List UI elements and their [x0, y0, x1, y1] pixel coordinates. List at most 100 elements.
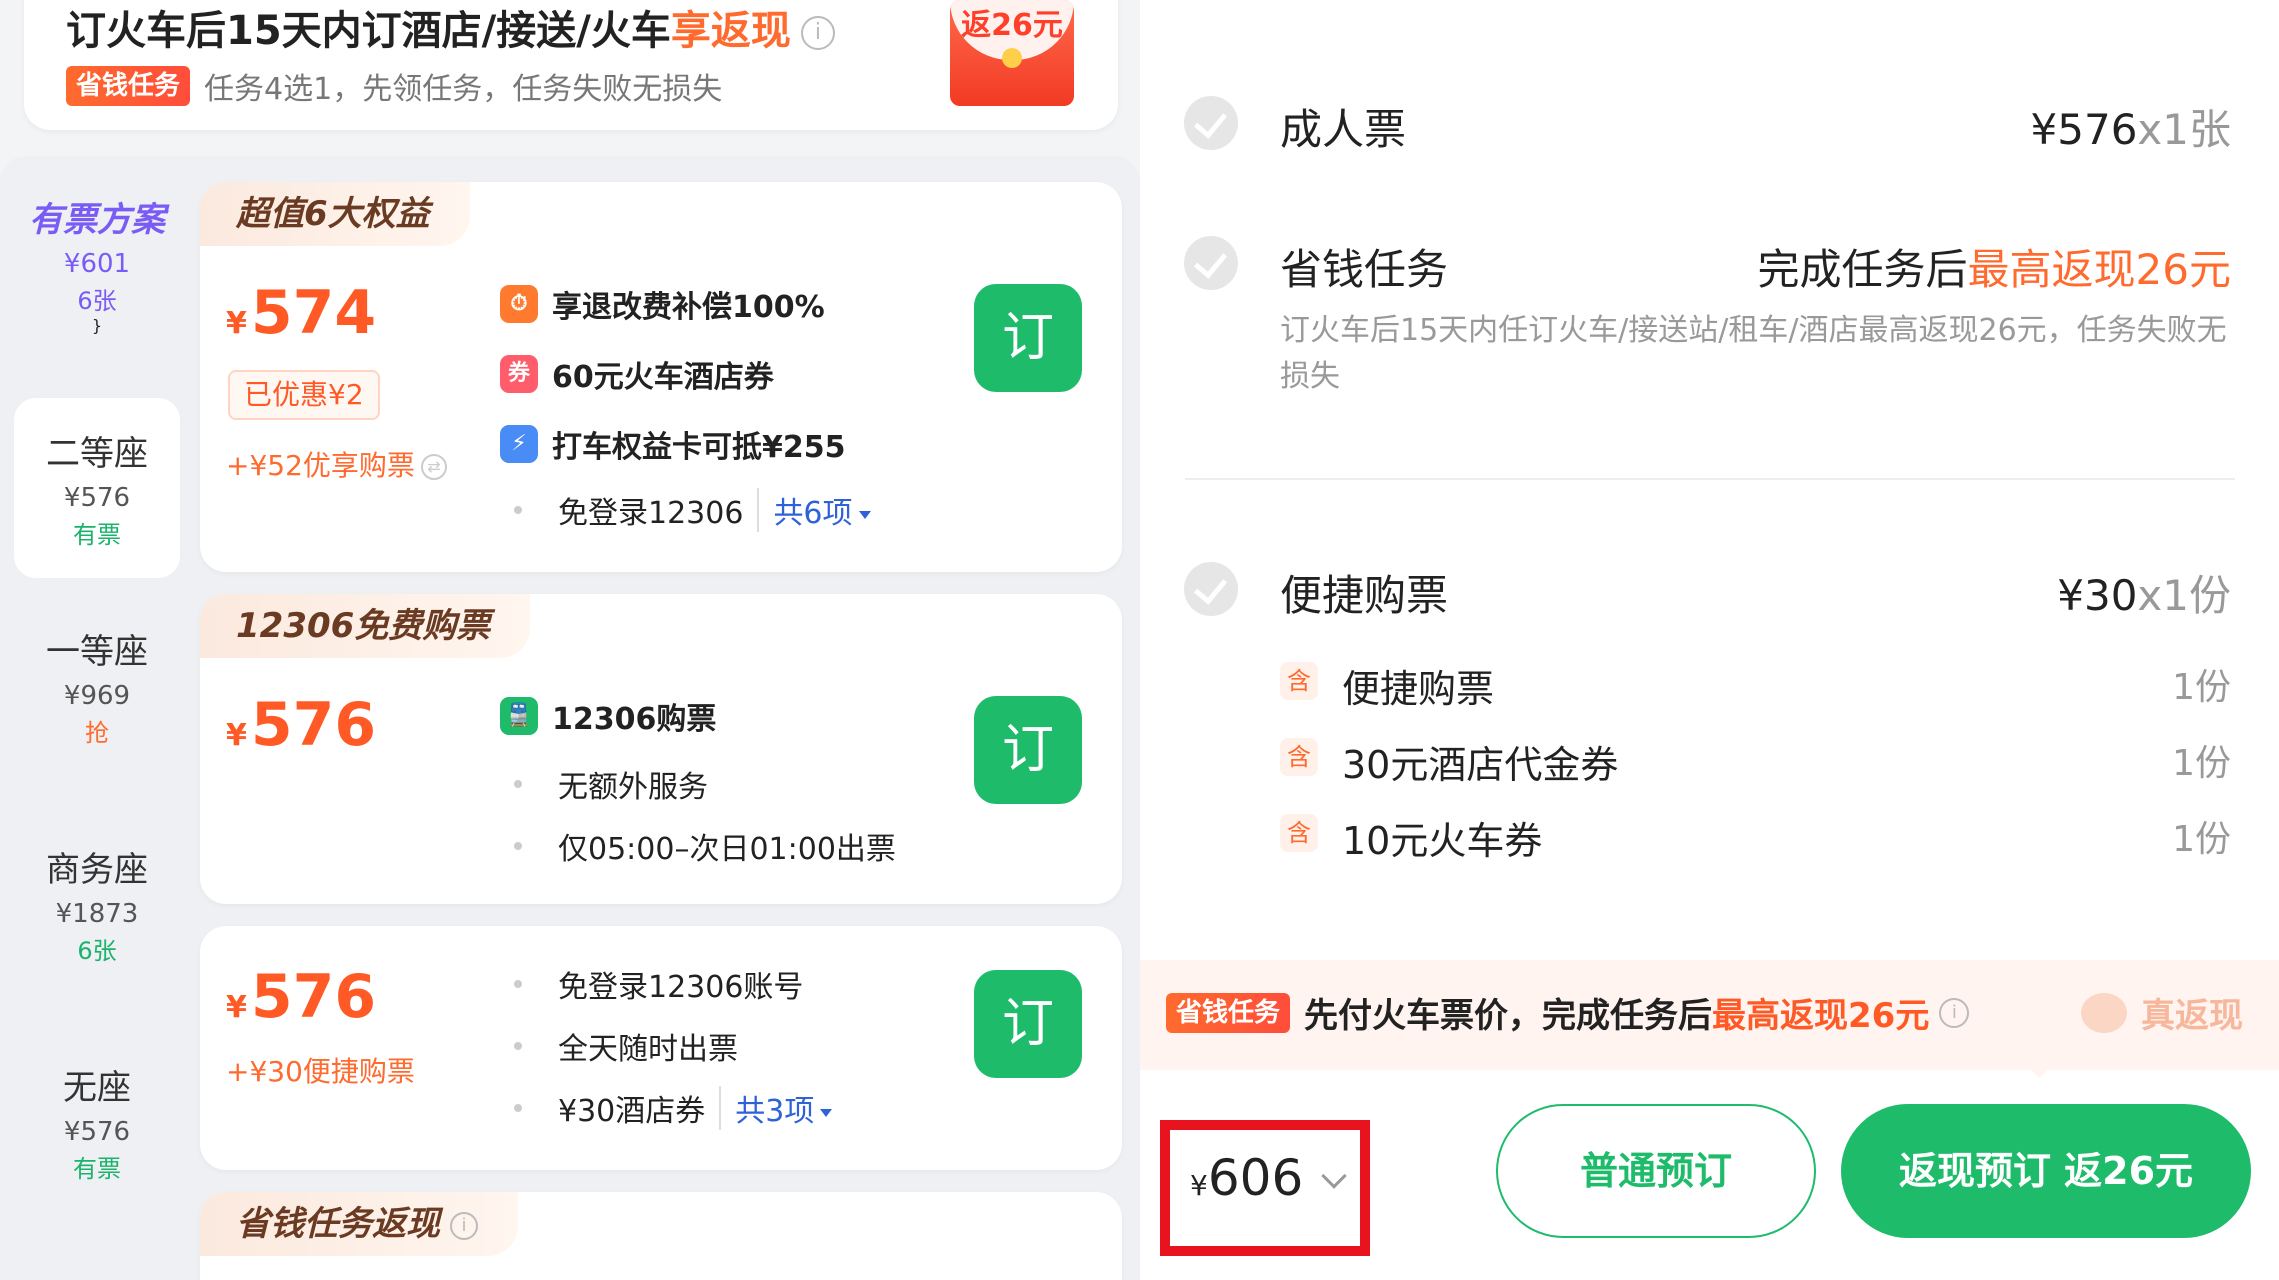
- price-multiplier: x1份: [2137, 571, 2231, 620]
- included-item-qty: 1份: [2172, 667, 2231, 708]
- yen-symbol: ¥: [226, 990, 247, 1025]
- bullet-dot: [514, 506, 522, 514]
- included-item-qty: 1份: [2172, 743, 2231, 784]
- info-icon[interactable]: i: [450, 1211, 478, 1240]
- adult-ticket-label: 成人票: [1280, 105, 1407, 154]
- seat-price: ¥576: [63, 483, 131, 513]
- check-icon: [1184, 236, 1238, 290]
- plan-price-value: 574: [250, 278, 377, 348]
- banner-title-highlight: 享返现: [670, 8, 791, 54]
- adult-ticket-price: ¥576x1张: [2031, 96, 2231, 157]
- feature-hotel-voucher: ¥30酒店券 共3项: [500, 1086, 833, 1130]
- included-item: 含 10元火车券 1份: [1280, 810, 2231, 863]
- more-features-link[interactable]: 共6项: [757, 488, 871, 532]
- reward-highlight: 最高返现26元: [1967, 245, 2231, 294]
- info-icon[interactable]: i: [1939, 997, 1970, 1028]
- plan-extra-fee[interactable]: +¥52优享购票 ⇄: [226, 444, 447, 484]
- saving-task-tag: 省钱任务: [66, 66, 191, 106]
- sidebar-item-business-class[interactable]: 商务座 ¥1873 6张: [14, 814, 180, 994]
- red-packet-label: 返26元: [961, 8, 1063, 43]
- banner-title: 订火车后15天内订酒店/接送/火车享返现 i: [66, 0, 835, 56]
- included-item-qty: 1份: [2172, 819, 2231, 860]
- normal-booking-button[interactable]: 普通预订: [1496, 1104, 1816, 1238]
- true-refund-text: 真返现: [2141, 996, 2243, 1036]
- true-refund-badge: 真返现: [2081, 988, 2243, 1037]
- more-features-link[interactable]: 共3项: [719, 1086, 833, 1130]
- feature-taxi-card: ⚡ 打车权益卡可抵¥255: [500, 422, 846, 466]
- seat-name: 一等座: [46, 632, 148, 672]
- seat-name: 商务座: [46, 850, 148, 890]
- info-icon[interactable]: i: [800, 16, 835, 50]
- bullet-dot: [514, 1042, 522, 1050]
- cashback-booking-button[interactable]: 返现预订 返26元: [1841, 1104, 2251, 1238]
- banner-subtitle: 省钱任务 任务4选1，先领任务，任务失败无损失: [66, 64, 722, 108]
- price-multiplier: x1张: [2137, 105, 2231, 154]
- yen-symbol: ¥: [226, 718, 247, 753]
- seat-status: 6张: [77, 937, 117, 965]
- feature-refund-compensation: ⏱ 享退改费补偿100%: [500, 282, 825, 326]
- book-button[interactable]: 订: [974, 970, 1082, 1078]
- feature-anytime: 全天随时出票: [500, 1024, 738, 1068]
- caret-down-icon: [858, 510, 871, 519]
- seat-class-sidebar: 有票方案 ¥601 6张 } 二等座 ¥576 有票 一等座 ¥969 抢 商务…: [0, 156, 196, 1280]
- check-icon: [1184, 96, 1238, 150]
- card-header: 省钱任务返现 i: [200, 1192, 518, 1256]
- quick-purchase-price: ¥30x1份: [2057, 562, 2231, 623]
- sidebar-item-no-seat[interactable]: 无座 ¥576 有票: [14, 1032, 180, 1212]
- sidebar-item-first-class[interactable]: 一等座 ¥969 抢: [14, 596, 180, 776]
- strip-text: 省钱任务 先付火车票价，完成任务后 最高返现26元 i: [1166, 988, 1970, 1037]
- saving-task-label: 省钱任务: [1280, 245, 1449, 294]
- book-button[interactable]: 订: [974, 284, 1082, 392]
- feature-text: 免登录12306账号: [558, 970, 804, 1005]
- red-packet-icon[interactable]: 返26元: [950, 0, 1074, 106]
- divider: [1185, 478, 2235, 480]
- saving-task-strip[interactable]: 省钱任务 先付火车票价，完成任务后 最高返现26元 i 真返现: [1140, 960, 2279, 1070]
- included-icon: 含: [1280, 738, 1318, 776]
- card-header: 12306免费购票: [200, 594, 531, 658]
- feature-no-login-account: 免登录12306账号: [500, 962, 803, 1006]
- seat-price: ¥601: [63, 249, 131, 279]
- sidebar-item-recommended[interactable]: 有票方案 ¥601 6张 }: [14, 164, 180, 344]
- feature-text: 60元火车酒店券: [552, 360, 774, 395]
- discount-badge: 已优惠¥2: [228, 370, 380, 420]
- ticket-plan-card-12306[interactable]: 12306免费购票 ¥576 🚆 12306购票 无额外服务 仅05:00–次日0…: [200, 594, 1122, 904]
- feature-text: 全天随时出票: [558, 1032, 738, 1067]
- seat-name: 无座: [63, 1068, 131, 1108]
- price-value: ¥576: [2030, 105, 2138, 154]
- lightning-icon: ⚡: [500, 425, 538, 463]
- reward-prefix: 完成任务后: [1757, 245, 1968, 294]
- seat-status: 有票: [73, 521, 121, 549]
- sidebar-item-second-class[interactable]: 二等座 ¥576 有票: [14, 398, 180, 578]
- included-item-name: 便捷购票: [1342, 667, 1495, 711]
- cashback-banner[interactable]: 订火车后15天内订酒店/接送/火车享返现 i 省钱任务 任务4选1，先领任务，任务…: [24, 0, 1118, 130]
- total-price-value: 606: [1207, 1149, 1304, 1207]
- seat-name: 二等座: [46, 434, 148, 474]
- feature-hotel-coupon: 券 60元火车酒店券: [500, 352, 774, 396]
- plan-price: ¥576: [226, 962, 376, 1032]
- seat-name: 有票方案: [29, 200, 165, 240]
- banner-subtitle-text: 任务4选1，先领任务，任务失败无损失: [204, 72, 723, 107]
- feature-text: 享退改费补偿100%: [552, 290, 825, 325]
- heart-icon: [2081, 992, 2127, 1033]
- ticket-plan-card-quick[interactable]: ¥576 +¥30便捷购票 免登录12306账号 全天随时出票 ¥30酒店券 共3…: [200, 926, 1122, 1170]
- seat-status: 抢: [85, 719, 109, 747]
- plan-extra-fee: +¥30便捷购票: [226, 1055, 415, 1088]
- feature-text: 仅05:00–次日01:00出票: [558, 832, 896, 867]
- plan-price: ¥576: [226, 690, 376, 760]
- train-icon: 🚆: [500, 697, 538, 735]
- seat-status: 6张: [77, 287, 117, 315]
- feature-no-login: 免登录12306 共6项: [500, 488, 871, 532]
- included-item: 含 30元酒店代金券 1份: [1280, 734, 2231, 787]
- book-button[interactable]: 订: [974, 696, 1082, 804]
- ticket-plan-card-premium[interactable]: 超值6大权益 ¥574 已优惠¥2 +¥52优享购票 ⇄ ⏱ 享退改费补偿100% …: [200, 182, 1122, 572]
- plan-price-value: 576: [250, 962, 377, 1032]
- switch-icon[interactable]: ⇄: [420, 454, 447, 480]
- included-icon: 含: [1280, 662, 1318, 700]
- saving-task-tag: 省钱任务: [1166, 992, 1291, 1033]
- total-price-toggle[interactable]: ¥606: [1160, 1120, 1370, 1256]
- banner-title-text: 订火车后15天内订酒店/接送/火车: [66, 8, 671, 54]
- yen-symbol: ¥: [1190, 1169, 1208, 1202]
- included-icon: 含: [1280, 814, 1318, 852]
- feature-text: 打车权益卡可抵¥255: [552, 430, 846, 465]
- ticket-plan-card-cashback[interactable]: 省钱任务返现 i: [200, 1192, 1122, 1280]
